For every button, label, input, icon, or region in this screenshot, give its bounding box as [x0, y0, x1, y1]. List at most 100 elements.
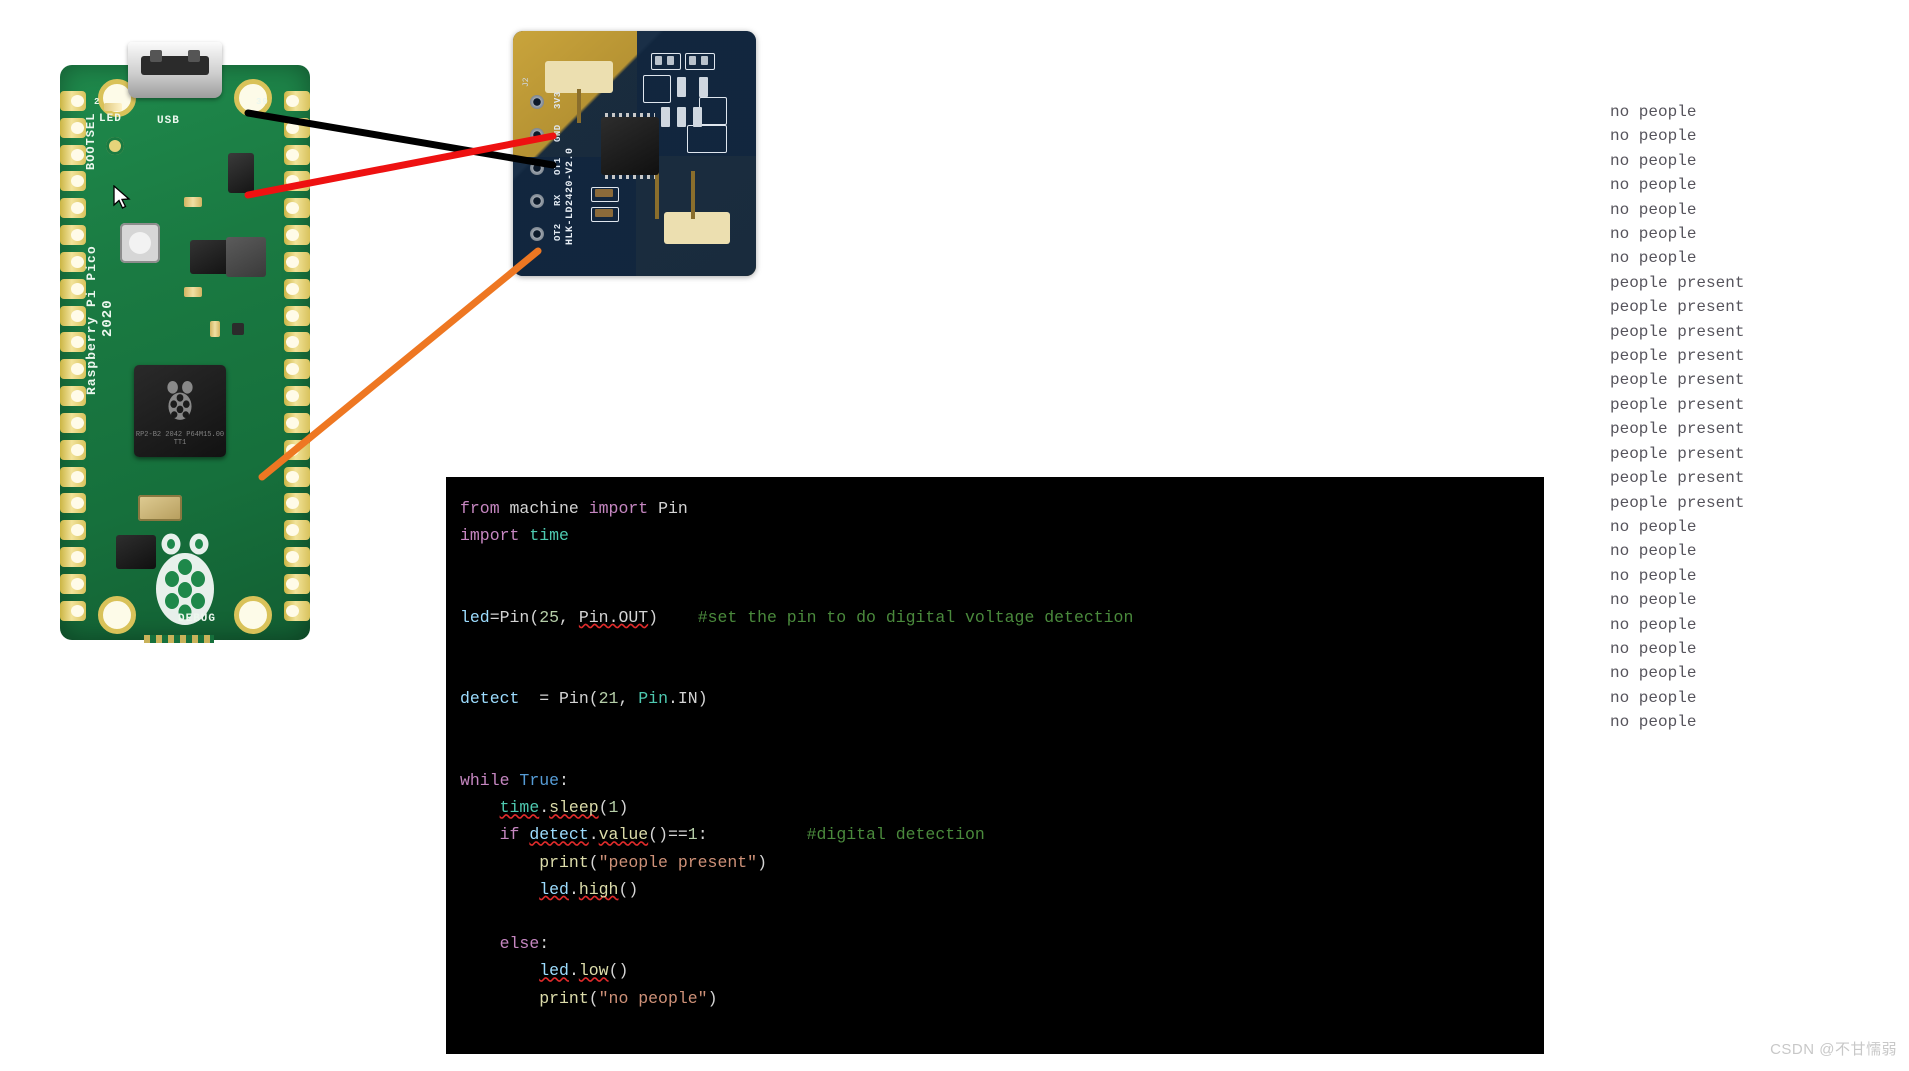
console-output-panel: no people no people no people no people no p… [1610, 100, 1850, 735]
pico-pad [284, 171, 310, 192]
pico-pad [60, 412, 86, 433]
pico-pad [60, 547, 86, 568]
pin-hole-ot1 [530, 161, 544, 175]
smd-capacitor [693, 107, 702, 127]
radar-part-number-label: HLK-LD2420-V2.0 [565, 147, 576, 245]
pico-pad [60, 466, 86, 487]
radar-pcb-substrate: 3V3 GND OT1 RX OT2 J2 HLK-LD2420-V2.0 [513, 31, 756, 276]
console-output-line: no people [1610, 591, 1697, 610]
console-output-line: people present [1610, 273, 1745, 292]
pico-pad [60, 600, 86, 621]
pico-pad [60, 225, 86, 246]
console-output-line: no people [1610, 615, 1697, 634]
pin-hole-ot2 [530, 227, 544, 241]
pico-pad [60, 144, 86, 165]
smd-component [228, 153, 254, 193]
pico-pad [60, 520, 86, 541]
smd-component [232, 323, 244, 335]
silk-label-pin-2: 2 [94, 97, 101, 107]
console-output-line: no people [1610, 517, 1697, 536]
smd-outline [643, 75, 671, 103]
silk-label-usb: USB [157, 115, 180, 127]
rp2040-chip: RP2-B2 2042 P64M15.00 TT1 [134, 365, 226, 457]
silk-label-product: Raspberry Pi Pico [84, 245, 99, 395]
pin-label-ot1: OT1 [553, 157, 563, 175]
console-output-line: people present [1610, 420, 1745, 439]
debug-pads [144, 635, 214, 643]
pico-pad [60, 386, 86, 407]
antenna-patch-bottom [664, 212, 730, 244]
console-output-line: people present [1610, 469, 1745, 488]
console-output-line: no people [1610, 225, 1697, 244]
pico-pad [60, 332, 86, 353]
radar-soc-chip [601, 113, 659, 179]
silk-label-pin-39: 39 [256, 97, 269, 107]
mounting-hole [98, 596, 136, 634]
silk-label-year: 2020 [100, 299, 116, 337]
smd-part [667, 56, 674, 65]
bootsel-button[interactable] [120, 223, 160, 263]
raspberry-pi-pico-board: RP2-B2 2042 P64M15.00 TT1 USB LED BOOTSE… [50, 42, 320, 650]
pin-label-3v3: 3V3 [553, 91, 563, 109]
pico-pad [284, 278, 310, 299]
pico-pcb-substrate: RP2-B2 2042 P64M15.00 TT1 USB LED BOOTSE… [60, 65, 310, 643]
rp2040-chip-marking: RP2-B2 2042 P64M15.00 TT1 [135, 431, 225, 447]
console-output-line: no people [1610, 542, 1697, 561]
smd-resistor [210, 321, 220, 337]
console-output-line: people present [1610, 444, 1745, 463]
smd-capacitor [677, 107, 686, 127]
pico-pad [284, 600, 310, 621]
console-output-line: no people [1610, 151, 1697, 170]
pico-pad [284, 144, 310, 165]
pico-pad [60, 278, 86, 299]
pico-pad [60, 439, 86, 460]
pico-pad [60, 251, 86, 272]
crystal-oscillator [138, 495, 182, 521]
voltage-regulator-chip [226, 237, 266, 277]
pico-pad [284, 225, 310, 246]
ic-pins [605, 175, 655, 179]
pico-pad [60, 91, 86, 111]
pico-pad [284, 251, 310, 272]
console-output-line: no people [1610, 249, 1697, 268]
console-output-line: people present [1610, 395, 1745, 414]
console-output-line: people present [1610, 371, 1745, 390]
hlk-ld2420-radar-sensor: 3V3 GND OT1 RX OT2 J2 HLK-LD2420-V2.0 [513, 31, 756, 276]
pico-pad [284, 386, 310, 407]
code-editor-panel[interactable]: from machine import Pin import time led=… [446, 477, 1544, 1054]
silk-label-debug: DEBUG [178, 613, 217, 625]
antenna-trace [577, 89, 581, 123]
connector-label-j2: J2 [522, 77, 531, 87]
pico-pad [284, 198, 310, 219]
raspberry-logo-icon [167, 381, 193, 420]
smd-resistor [184, 197, 202, 207]
pico-pad [284, 359, 310, 380]
python-source-code: from machine import Pin import time led=… [460, 499, 1134, 1008]
console-output-line: no people [1610, 664, 1697, 683]
silk-label-bootsel: BOOTSEL [84, 112, 98, 170]
onboard-led [104, 103, 122, 111]
pico-pad [284, 412, 310, 433]
console-output-line: no people [1610, 127, 1697, 146]
smd-outline [687, 125, 727, 153]
antenna-trace [655, 171, 659, 219]
pico-pad [284, 466, 310, 487]
console-output-line: people present [1610, 347, 1745, 366]
pin-label-ot2: OT2 [553, 223, 563, 241]
pico-pad [60, 117, 86, 138]
pico-pad [60, 198, 86, 219]
smd-part [595, 209, 613, 217]
smd-outline [699, 97, 727, 125]
console-output-line: no people [1610, 103, 1697, 121]
pico-pad [284, 493, 310, 514]
smd-capacitor [677, 77, 686, 97]
pico-pad [284, 439, 310, 460]
console-output-line: no people [1610, 566, 1697, 585]
pico-right-pin-column [284, 91, 310, 621]
smd-part [701, 56, 708, 65]
pico-pad [284, 520, 310, 541]
console-output-line: no people [1610, 713, 1697, 732]
pico-pad [60, 359, 86, 380]
console-output-line: people present [1610, 322, 1745, 341]
pico-pad [284, 573, 310, 594]
